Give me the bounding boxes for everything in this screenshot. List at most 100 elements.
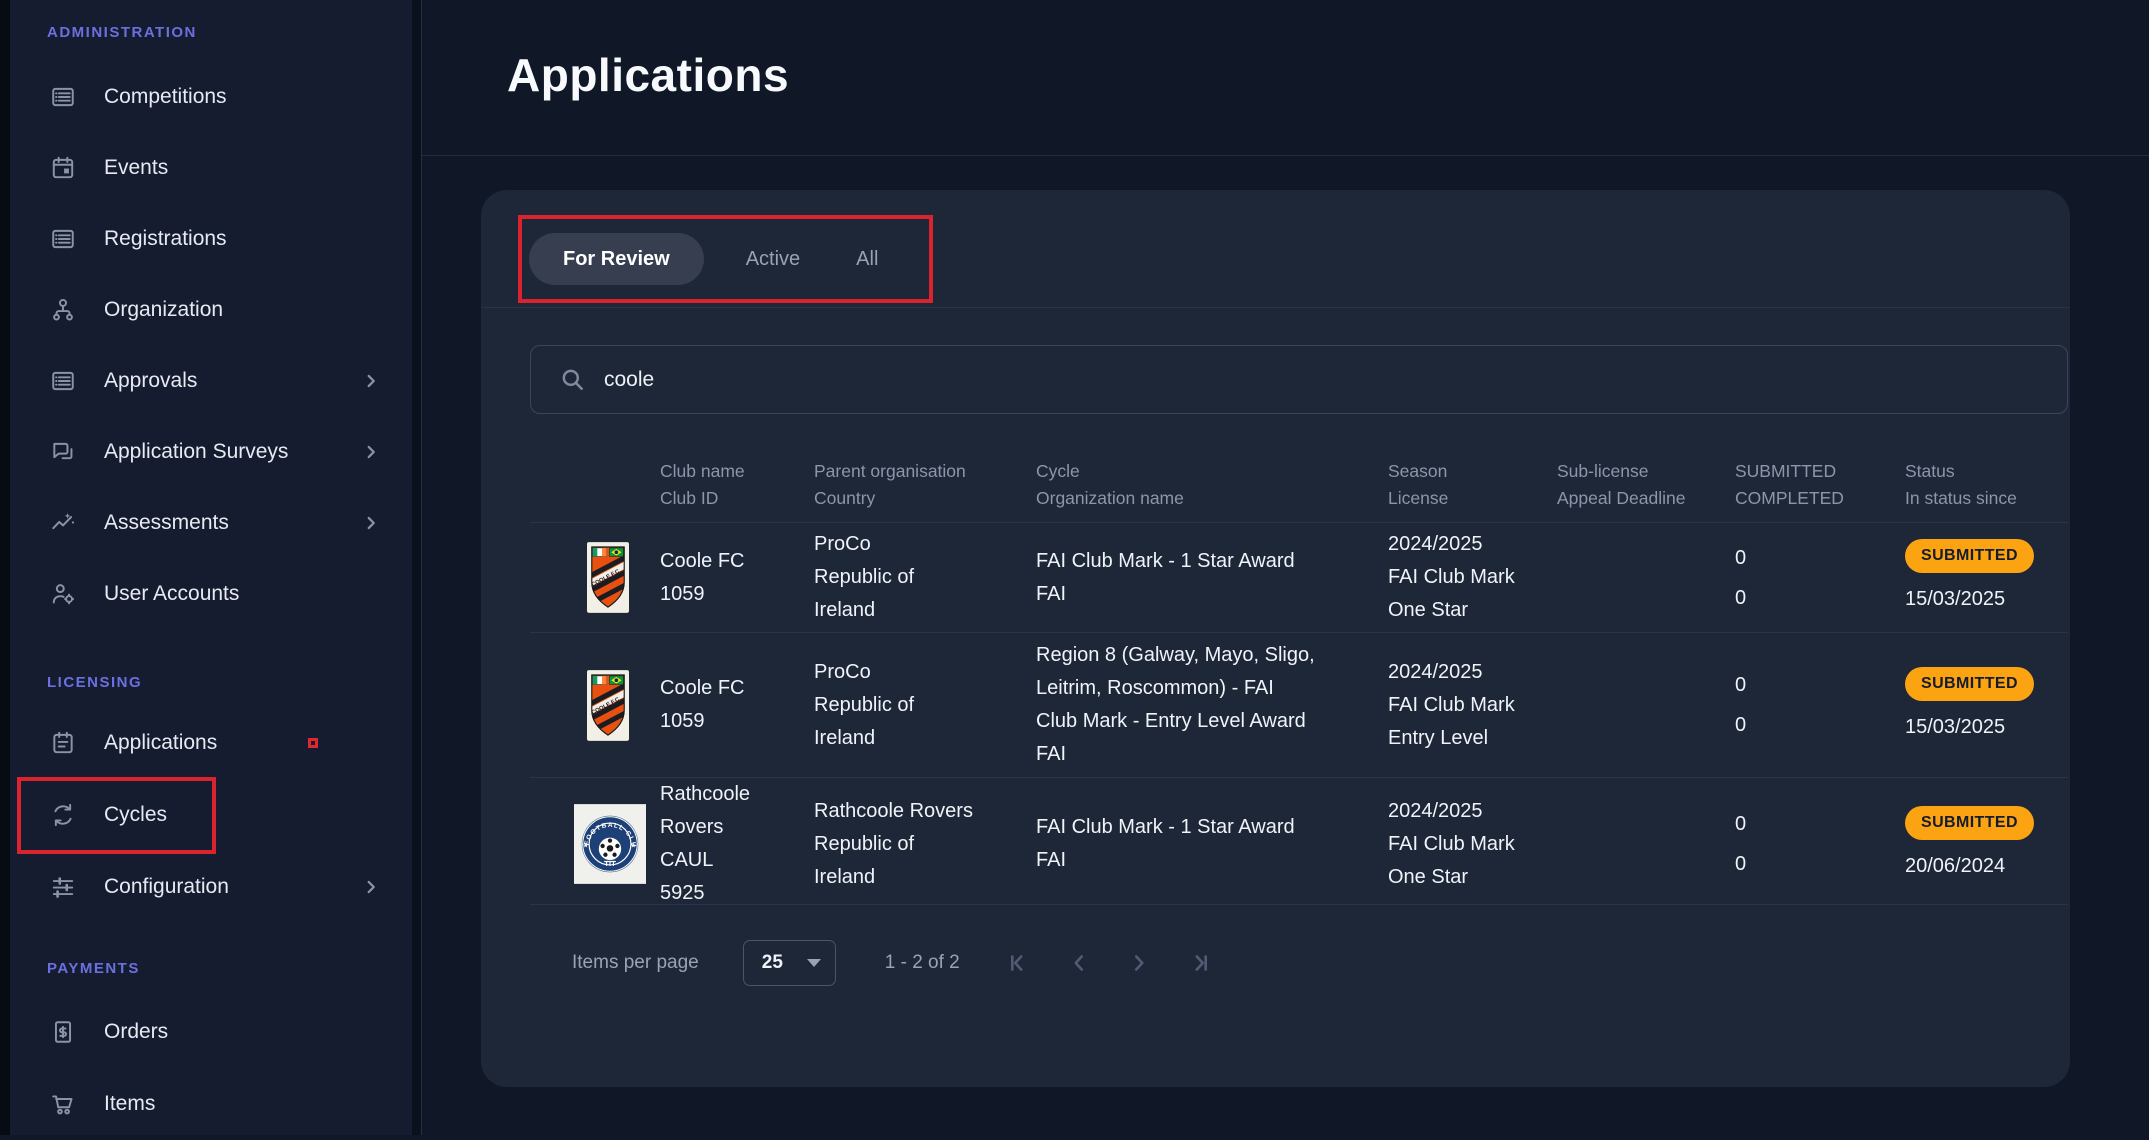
calendar-lines-icon <box>50 730 76 756</box>
chevron-right-icon <box>360 370 382 392</box>
invoice-icon <box>50 1019 76 1045</box>
pagination: Items per page 25 1 - 2 of 2 <box>572 940 1212 986</box>
items-per-page-label: Items per page <box>572 952 699 974</box>
cell-season: 2024/2025FAI Club MarkOne Star <box>1388 778 1557 910</box>
sidebar-item-organization[interactable]: Organization <box>10 274 412 345</box>
cell-cycle: FAI Club Mark - 1 Star AwardFAI <box>1036 778 1388 910</box>
cell-club-name: Coole FC1059 <box>660 633 814 777</box>
section-header-licensing: LICENSING <box>10 670 412 694</box>
page-title: Applications <box>507 48 789 102</box>
next-page-button[interactable] <box>1126 950 1152 976</box>
sidebar-item-label: Approvals <box>104 369 197 393</box>
sidebar-item-configuration[interactable]: Configuration <box>10 851 412 923</box>
sidebar-item-label: Configuration <box>104 875 229 899</box>
cell-status: SUBMITTED20/06/2024 <box>1905 778 2068 910</box>
cell-status: SUBMITTED15/03/2025 <box>1905 523 2068 632</box>
sidebar-item-label: Registrations <box>104 227 227 251</box>
sidebar-item-label: Organization <box>104 298 223 322</box>
cell-sub-license <box>1557 523 1735 632</box>
header-divider <box>422 155 2149 156</box>
sidebar-item-label: Events <box>104 156 168 180</box>
sidebar-item-label: Application Surveys <box>104 440 288 464</box>
header-cell-sub-license: Sub-licenseAppeal Deadline <box>1557 458 1735 512</box>
cell-sub-license <box>1557 778 1735 910</box>
sidebar-item-label: Orders <box>104 1020 168 1044</box>
last-page-icon <box>1186 950 1212 976</box>
next-page-icon <box>1126 950 1152 976</box>
header-cell-parent-organisation: Parent organisationCountry <box>814 458 1036 512</box>
caret-down-icon <box>807 959 821 967</box>
table-body: COOLE F.C.Coole FC1059ProCoRepublic ofIr… <box>530 523 2068 905</box>
cell-club-name: RathcooleRoversCAUL5925 <box>660 778 814 910</box>
cell-sub-license <box>1557 633 1735 777</box>
tab-for-review[interactable]: For Review <box>529 233 704 285</box>
tab-all[interactable]: All <box>828 233 906 285</box>
calendar-icon <box>50 155 76 181</box>
section-header-administration: ADMINISTRATION <box>10 20 412 44</box>
cell-season: 2024/2025FAI Club MarkOne Star <box>1388 523 1557 632</box>
sidebar-item-cycles[interactable]: Cycles <box>10 779 412 851</box>
sidebar-item-user-accounts[interactable]: User Accounts <box>10 558 412 629</box>
sidebar-item-label: Items <box>104 1092 155 1116</box>
user-gear-icon <box>50 581 76 607</box>
cell-status: SUBMITTED 15/03/2025 <box>1905 633 2068 777</box>
status-badge: SUBMITTED <box>1905 806 2034 840</box>
sliders-icon <box>50 874 76 900</box>
applications-card: For Review ActiveAll Club nameClub IDPare… <box>481 190 2070 1087</box>
in-status-since: 15/03/2025 <box>1905 711 2068 744</box>
sidebar-item-approvals[interactable]: Approvals <box>10 345 412 416</box>
cell-submitted-completed: 00 <box>1735 633 1905 777</box>
sidebar-item-items[interactable]: Items <box>10 1068 412 1140</box>
cart-icon <box>50 1091 76 1117</box>
red-dot-annotation <box>308 738 318 748</box>
first-page-button[interactable] <box>1006 950 1032 976</box>
sidebar-item-registrations[interactable]: Registrations <box>10 203 412 274</box>
header-cell-status: StatusIn status since <box>1905 458 2068 512</box>
tab-active[interactable]: Active <box>718 233 828 285</box>
sidebar-divider <box>412 0 422 1135</box>
cell-submitted-completed: 00 <box>1735 778 1905 910</box>
table-header-row: Club nameClub IDParent organisationCount… <box>530 448 2068 523</box>
search-input[interactable] <box>604 368 2067 392</box>
items-per-page-value: 25 <box>762 952 807 974</box>
status-badge: SUBMITTED <box>1905 667 2034 701</box>
items-per-page-select[interactable]: 25 <box>743 940 836 986</box>
table-row[interactable]: COOLE F.C.Coole FC1059ProCoRepublic ofIr… <box>530 633 2068 778</box>
header-cell-club-name: Club nameClub ID <box>660 458 814 512</box>
svg-text:★: ★ <box>583 842 589 849</box>
sidebar-item-competitions[interactable]: Competitions <box>10 61 412 132</box>
section-header-payments: PAYMENTS <box>10 956 412 980</box>
status-badge: SUBMITTED <box>1905 539 2034 573</box>
list-icon <box>50 368 76 394</box>
cell-club-name: Coole FC1059 <box>660 523 814 632</box>
page-range-label: 1 - 2 of 2 <box>885 952 960 974</box>
coole-fc-crest: COOLE F.C. <box>587 523 660 632</box>
table-row[interactable]: FOOTBALL CLUB★★RathcooleRoversCAUL5925Ra… <box>530 778 2068 905</box>
applications-table: Club nameClub IDParent organisationCount… <box>530 448 2068 905</box>
cell-submitted-completed: 00 <box>1735 523 1905 632</box>
sidebar-item-applications[interactable]: Applications <box>10 707 412 779</box>
sidebar-item-application-surveys[interactable]: Application Surveys <box>10 416 412 487</box>
chat-icon <box>50 439 76 465</box>
prev-page-button[interactable] <box>1066 950 1092 976</box>
chevron-right-icon <box>360 441 382 463</box>
sidebar-item-assessments[interactable]: Assessments <box>10 487 412 558</box>
pagination-nav <box>1006 950 1212 976</box>
cycle-icon <box>50 802 76 828</box>
chevron-right-icon <box>360 512 382 534</box>
list-icon <box>50 84 76 110</box>
last-page-button[interactable] <box>1186 950 1212 976</box>
org-icon <box>50 297 76 323</box>
cell-cycle: Region 8 (Galway, Mayo, Sligo,Leitrim, R… <box>1036 633 1388 777</box>
header-cell-cycle: CycleOrganization name <box>1036 458 1388 512</box>
table-row[interactable]: COOLE F.C.Coole FC1059ProCoRepublic ofIr… <box>530 523 2068 633</box>
tabs-underline <box>481 307 2070 308</box>
sidebar-item-orders[interactable]: Orders <box>10 996 412 1068</box>
cell-parent-organisation: ProCoRepublic ofIreland <box>814 523 1036 632</box>
left-edge-strip <box>0 0 10 1135</box>
prev-page-icon <box>1066 950 1092 976</box>
sidebar-item-label: User Accounts <box>104 582 239 606</box>
sidebar-item-events[interactable]: Events <box>10 132 412 203</box>
list-icon <box>50 226 76 252</box>
cell-parent-organisation: Rathcoole RoversRepublic ofIreland <box>814 778 1036 910</box>
